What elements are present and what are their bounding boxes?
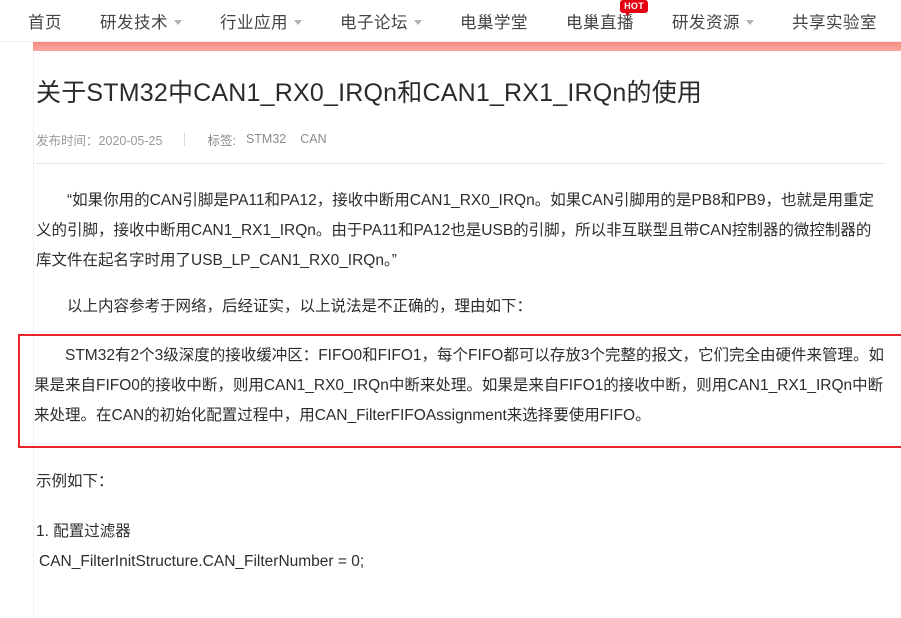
nav-item-label: 研发资源 [672,13,740,32]
tags-label: 标签: [207,133,236,148]
nav-item-label: 研发技术 [100,13,168,32]
nav-item-dianchao-school[interactable]: 电巢学堂 [460,9,528,33]
nav-item-rd-resources[interactable]: 研发资源 [672,9,754,33]
top-navigation-bar: 首页 研发技术 行业应用 电子论坛 电巢学堂 电巢直播 HOT 研发资源 共享实… [0,0,901,42]
accent-bar-wrapper [0,42,901,51]
hot-badge: HOT [620,0,648,16]
nav-item-label: 电巢学堂 [460,13,528,32]
nav-items-container: 首页 研发技术 行业应用 电子论坛 电巢学堂 电巢直播 HOT 研发资源 共享实… [0,0,901,41]
paragraph-correction-note: 以上内容参考于网络，后经证实，以上说法是不正确的，理由如下： [67,297,533,315]
nav-item-rd-technology[interactable]: 研发技术 [100,9,182,33]
page-title: 关于STM32中CAN1_RX0_IRQn和CAN1_RX1_IRQn的使用 [36,79,703,107]
nav-item-shared-lab[interactable]: 共享实验室 [792,9,877,33]
article-meta: 发布时间：2020-05-25 标签: STM32 CAN [36,130,885,149]
accent-bar [33,42,901,51]
publish-date: 发布时间：2020-05-25 [36,133,163,148]
nav-item-home[interactable]: 首页 [28,9,62,33]
highlighted-callout-box: STM32有2个3级深度的接收缓冲区：FIFO0和FIFO1，每个FIFO都可以… [18,333,901,448]
paragraph-step-one: 1. 配置过滤器 [36,522,131,540]
article-container: 关于STM32中CAN1_RX0_IRQn和CAN1_RX1_IRQn的使用 发… [0,51,901,577]
tag-can[interactable]: CAN [300,132,326,146]
nav-item-label: 共享实验室 [792,13,877,32]
nav-item-label: 首页 [28,13,62,32]
article-page: 关于STM32中CAN1_RX0_IRQn和CAN1_RX1_IRQn的使用 发… [0,51,901,618]
nav-item-dianchao-live[interactable]: 电巢直播 HOT [566,0,648,33]
nav-item-label: 行业应用 [220,13,288,32]
article-body: “如果你用的CAN引脚是PA11和PA12，接收中断用CAN1_RX0_IRQn… [18,186,901,577]
chevron-down-icon [746,20,754,25]
paragraph-sample-intro: 示例如下： [36,472,114,490]
chevron-down-icon [414,20,422,25]
nav-item-electronic-forum[interactable]: 电子论坛 [340,9,422,33]
paragraph-quoted-claim: “如果你用的CAN引脚是PA11和PA12，接收中断用CAN1_RX0_IRQn… [36,191,875,269]
meta-separator [36,162,885,164]
code-line-filter-number: CAN_FilterInitStructure.CAN_FilterNumber… [39,552,365,570]
chevron-down-icon [294,20,302,25]
nav-item-label: 电子论坛 [340,13,408,32]
paragraph-highlighted-explanation: STM32有2个3级深度的接收缓冲区：FIFO0和FIFO1，每个FIFO都可以… [34,346,884,424]
meta-divider [184,132,186,146]
chevron-down-icon [174,20,182,25]
nav-item-industry-application[interactable]: 行业应用 [220,9,302,33]
tag-stm32[interactable]: STM32 [246,132,286,146]
